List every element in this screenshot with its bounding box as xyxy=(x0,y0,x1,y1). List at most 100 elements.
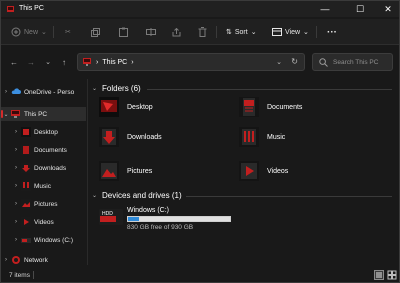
command-bar: New ⌄ ✂ ⇅ Sort ⌄ View ⌄ ··· xyxy=(1,19,399,45)
share-button[interactable] xyxy=(172,26,181,38)
up-button[interactable]: ↑ xyxy=(59,57,69,67)
nav-item-downloads[interactable]: › Downloads xyxy=(1,161,86,175)
view-button[interactable]: View ⌄ xyxy=(272,26,309,38)
minimize-icon: — xyxy=(320,4,330,14)
nav-item-label: Videos xyxy=(34,218,54,226)
drive-name: Windows (C:) xyxy=(127,207,170,214)
desktop-folder-icon xyxy=(99,97,119,117)
more-icon: ··· xyxy=(327,26,337,38)
nav-item-label: Desktop xyxy=(34,128,58,136)
group-title: Folders (6) xyxy=(102,84,141,93)
status-divider xyxy=(33,271,34,279)
drive-tile-windows-c[interactable]: HDD Windows (C:) 830 GB free of 930 GB xyxy=(99,207,239,233)
drive-badge: HDD xyxy=(102,211,113,217)
selection-indicator xyxy=(1,110,3,118)
folder-name: Music xyxy=(267,133,286,141)
breadcrumb-item[interactable]: This PC xyxy=(102,59,127,66)
rename-button[interactable] xyxy=(146,26,156,38)
expand-chevron-icon[interactable]: › xyxy=(11,165,21,171)
copy-button[interactable] xyxy=(91,26,100,38)
close-button[interactable]: ✕ xyxy=(378,3,398,15)
drives-group-header[interactable]: ⌄ Devices and drives (1) xyxy=(92,191,182,200)
music-folder-icon xyxy=(239,127,259,147)
paste-button[interactable] xyxy=(119,26,128,38)
expand-chevron-icon[interactable]: › xyxy=(1,89,11,95)
maximize-button[interactable]: ☐ xyxy=(350,3,370,15)
folder-tile-pictures[interactable]: Pictures xyxy=(99,161,152,181)
group-divider xyxy=(147,89,392,90)
folder-name: Documents xyxy=(267,103,303,111)
new-label: New xyxy=(24,28,39,36)
arrow-left-icon: ← xyxy=(10,57,18,67)
arrow-up-icon: ↑ xyxy=(62,57,66,67)
downloads-folder-icon xyxy=(21,163,31,173)
title-bar: This PC — ☐ ✕ xyxy=(1,1,399,17)
delete-button[interactable] xyxy=(198,26,207,38)
copy-icon xyxy=(91,27,100,37)
expand-chevron-icon[interactable]: › xyxy=(11,219,21,225)
new-button[interactable]: New ⌄ xyxy=(11,26,47,38)
group-divider xyxy=(186,196,392,197)
sort-button[interactable]: ⇅ Sort ⌄ xyxy=(226,26,257,38)
app-icon xyxy=(7,6,14,12)
toolbar-divider xyxy=(53,26,54,38)
folder-tile-downloads[interactable]: Downloads xyxy=(99,127,162,147)
nav-item-label: Pictures xyxy=(34,200,58,208)
nav-item-this-pc[interactable]: ⌄ This PC xyxy=(1,107,86,121)
cut-button[interactable]: ✂ xyxy=(65,26,71,38)
forward-button[interactable]: → xyxy=(26,57,36,67)
nav-item-label: This PC xyxy=(24,110,48,118)
drive-icon xyxy=(21,238,31,243)
pictures-folder-icon xyxy=(99,161,119,181)
folder-tile-videos[interactable]: Videos xyxy=(239,161,288,181)
folder-name: Desktop xyxy=(127,103,153,111)
nav-item-videos[interactable]: › Videos xyxy=(1,215,86,229)
nav-item-pictures[interactable]: › Pictures xyxy=(1,197,86,211)
nav-item-label: OneDrive - Perso xyxy=(24,88,75,96)
pictures-folder-icon xyxy=(21,199,31,209)
expand-chevron-icon[interactable]: › xyxy=(11,147,21,153)
refresh-icon: ↻ xyxy=(291,57,298,66)
hdd-drive-icon: HDD xyxy=(99,209,123,225)
address-bar[interactable]: › This PC › ⌄ ↻ xyxy=(77,53,305,71)
expand-chevron-icon[interactable]: › xyxy=(1,257,11,263)
search-box[interactable]: Search This PC xyxy=(312,53,393,71)
toolbar-divider xyxy=(316,26,317,38)
address-history-button[interactable]: ⌄ xyxy=(276,58,282,66)
chevron-down-icon: ⌄ xyxy=(303,29,309,36)
more-options-button[interactable]: ··· xyxy=(327,26,337,38)
pane-divider[interactable] xyxy=(87,79,88,265)
nav-item-network[interactable]: › Network xyxy=(1,253,86,267)
nav-item-onedrive[interactable]: › OneDrive - Perso xyxy=(1,85,86,99)
plus-circle-icon xyxy=(11,27,21,37)
nav-item-music[interactable]: › Music xyxy=(1,179,86,193)
expand-chevron-icon[interactable]: › xyxy=(11,183,21,189)
expand-chevron-icon[interactable]: › xyxy=(11,201,21,207)
nav-item-desktop[interactable]: › Desktop xyxy=(1,125,86,139)
folder-tile-music[interactable]: Music xyxy=(239,127,285,147)
expand-chevron-icon[interactable]: › xyxy=(11,237,21,243)
tiles-view-button[interactable] xyxy=(387,270,397,280)
recent-locations-button[interactable]: ⌄ xyxy=(43,57,53,67)
arrow-right-icon: → xyxy=(27,57,35,67)
chevron-down-icon: ⌄ xyxy=(45,59,51,66)
nav-item-documents[interactable]: › Documents xyxy=(1,143,86,157)
nav-item-windows-c[interactable]: › Windows (C:) xyxy=(1,233,86,247)
collapse-chevron-icon: ⌄ xyxy=(92,193,98,199)
breadcrumb-chevron-icon: › xyxy=(96,58,99,66)
nav-item-label: Documents xyxy=(34,146,67,154)
this-pc-icon xyxy=(83,58,91,66)
status-bar: 7 items xyxy=(1,267,399,283)
expand-chevron-icon[interactable]: › xyxy=(11,129,21,135)
folder-tile-documents[interactable]: Documents xyxy=(239,97,302,117)
toolbar-divider xyxy=(216,26,217,38)
refresh-button[interactable]: ↻ xyxy=(291,57,298,66)
sort-icon: ⇅ xyxy=(226,29,232,36)
network-icon xyxy=(12,256,20,264)
breadcrumb: › This PC › xyxy=(83,58,134,66)
folder-tile-desktop[interactable]: Desktop xyxy=(99,97,153,117)
folders-group-header[interactable]: ⌄ Folders (6) xyxy=(92,84,141,93)
minimize-button[interactable]: — xyxy=(315,3,335,15)
back-button[interactable]: ← xyxy=(9,57,19,67)
details-view-button[interactable] xyxy=(374,270,384,280)
